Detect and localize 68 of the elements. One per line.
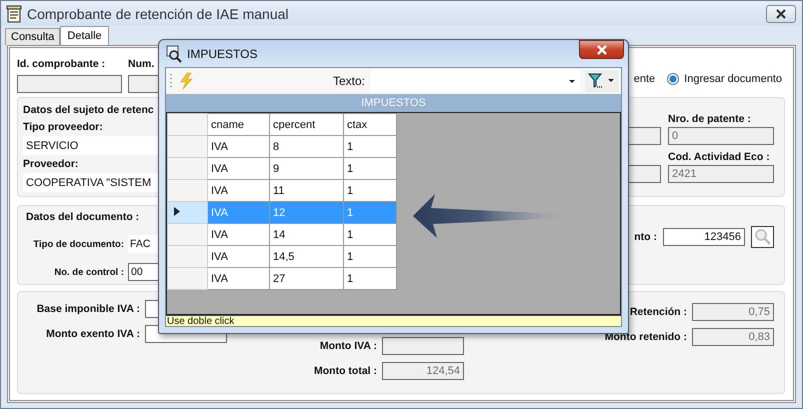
- input-field[interactable]: [627, 165, 661, 184]
- table-cell[interactable]: 1: [344, 246, 396, 268]
- input-field[interactable]: 124,54: [382, 362, 464, 380]
- document-icon: [6, 4, 22, 22]
- close-button[interactable]: [766, 4, 796, 22]
- field-label: Monto retenido :: [604, 331, 687, 344]
- table-cell[interactable]: IVA: [208, 246, 270, 268]
- close-icon: [775, 8, 787, 18]
- filter-button[interactable]: [585, 70, 619, 92]
- table-cell[interactable]: 9: [270, 158, 344, 180]
- table-cell[interactable]: 8: [270, 136, 344, 158]
- input-field[interactable]: 123456: [663, 228, 745, 246]
- search-icon: [754, 228, 772, 246]
- radio-button[interactable]: [667, 73, 680, 85]
- field-label: Cod. Actividad Eco :: [668, 151, 771, 164]
- field-label: Id. comprobante :: [17, 58, 106, 70]
- window-title: Comprobante de retención de IAE manual: [27, 6, 290, 22]
- field-label: Monto total :: [313, 365, 377, 378]
- search-field[interactable]: [370, 70, 580, 92]
- field-label: Num.: [128, 58, 156, 70]
- table-cell[interactable]: 14: [270, 224, 344, 246]
- group-title: Datos del documento :: [26, 211, 140, 224]
- radio-label[interactable]: Ingresar documento: [684, 73, 782, 85]
- field-label: Nro. de patente :: [668, 113, 752, 126]
- field-label: Monto exento IVA :: [45, 328, 140, 340]
- table-cell[interactable]: IVA: [208, 136, 270, 158]
- grid-title: IMPUESTOS: [166, 94, 621, 112]
- group-title: Datos del sujeto de retenc: [23, 104, 154, 116]
- table-cell[interactable]: IVA: [208, 224, 270, 246]
- column-header[interactable]: cname: [208, 114, 270, 136]
- filter-icon: [588, 73, 616, 89]
- field-label: Tipo de documento:: [32, 238, 124, 250]
- table-cell[interactable]: 1: [344, 136, 396, 158]
- row-pointer-icon: [174, 206, 180, 216]
- column-header[interactable]: ctax: [344, 114, 396, 136]
- tab[interactable]: Consulta: [5, 28, 60, 45]
- input-field[interactable]: [382, 337, 464, 356]
- table-cell[interactable]: IVA: [208, 158, 270, 180]
- field-label: Base imponible IVA :: [36, 303, 140, 316]
- field-label: Monto IVA :: [318, 340, 377, 352]
- close-button[interactable]: [579, 40, 624, 59]
- search-button[interactable]: [751, 226, 774, 248]
- input-field[interactable]: 0: [668, 127, 774, 146]
- input-field[interactable]: [627, 127, 661, 146]
- search-icon: [165, 44, 183, 62]
- input-field[interactable]: [17, 75, 122, 93]
- input-field[interactable]: 0,75: [692, 303, 774, 322]
- input-field[interactable]: 2421: [668, 165, 774, 184]
- close-icon: [596, 44, 608, 54]
- input-field[interactable]: 0,83: [692, 328, 774, 346]
- dropdown-caret-icon: [568, 78, 576, 84]
- table-cell[interactable]: 27: [270, 268, 344, 290]
- field-label: nto :: [634, 231, 657, 244]
- search-label: Texto:: [332, 74, 365, 88]
- column-header[interactable]: cpercent: [270, 114, 344, 136]
- field-label: Proveedor:: [23, 158, 78, 170]
- dialog-title: IMPUESTOS: [187, 46, 258, 60]
- table-cell[interactable]: IVA: [208, 268, 270, 290]
- tab[interactable]: Detalle: [60, 26, 109, 45]
- radio-label[interactable]: ente: [634, 73, 656, 85]
- field-label: Tipo proveedor:: [23, 121, 103, 134]
- field-label: No. de control :: [53, 266, 124, 278]
- table-cell[interactable]: 14,5: [270, 246, 344, 268]
- field-label: Retención :: [628, 306, 687, 318]
- table-cell[interactable]: 1: [344, 224, 396, 246]
- table-cell[interactable]: 1: [344, 158, 396, 180]
- status-bar: Use doble click: [166, 315, 621, 326]
- table-cell[interactable]: 1: [344, 268, 396, 290]
